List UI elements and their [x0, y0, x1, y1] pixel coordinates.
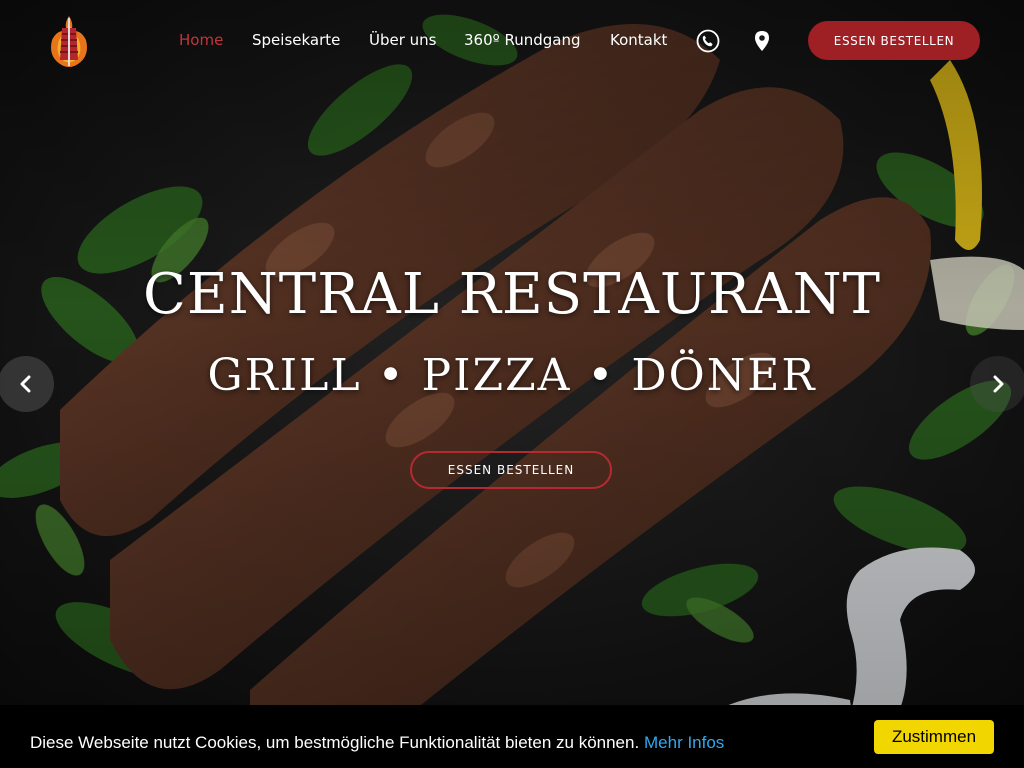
- navbar: Home Speisekarte Über uns 360º Rundgang …: [0, 0, 1024, 80]
- chevron-left-icon: [20, 375, 31, 393]
- cookie-accept-button[interactable]: Zustimmen: [874, 720, 994, 754]
- nav-rundgang[interactable]: 360º Rundgang: [464, 31, 581, 49]
- hero-subtitle: GRILL • PIZZA • DÖNER: [207, 350, 817, 401]
- cookie-more-info-link[interactable]: Mehr Infos: [644, 733, 724, 753]
- hero-order-button[interactable]: Essen bestellen: [410, 451, 612, 489]
- nav-speisekarte[interactable]: Speisekarte: [252, 31, 340, 49]
- map-pin-icon[interactable]: [750, 29, 774, 53]
- phone-icon[interactable]: [696, 29, 720, 53]
- nav-ueber-uns[interactable]: Über uns: [369, 31, 437, 49]
- chevron-right-icon: [993, 375, 1004, 393]
- order-food-button[interactable]: Essen bestellen: [808, 21, 980, 60]
- nav-kontakt[interactable]: Kontakt: [610, 31, 667, 49]
- hero-title: CENTRAL RESTAURANT: [143, 262, 881, 327]
- cookie-message: Diese Webseite nutzt Cookies, um bestmög…: [30, 733, 640, 752]
- hero-slider: Home Speisekarte Über uns 360º Rundgang …: [0, 0, 1024, 768]
- cookie-banner: Diese Webseite nutzt Cookies, um bestmög…: [0, 705, 1024, 768]
- nav-home[interactable]: Home: [179, 31, 223, 49]
- slider-next-button[interactable]: [970, 356, 1024, 412]
- slider-prev-button[interactable]: [0, 356, 54, 412]
- doner-logo-icon[interactable]: [40, 12, 98, 70]
